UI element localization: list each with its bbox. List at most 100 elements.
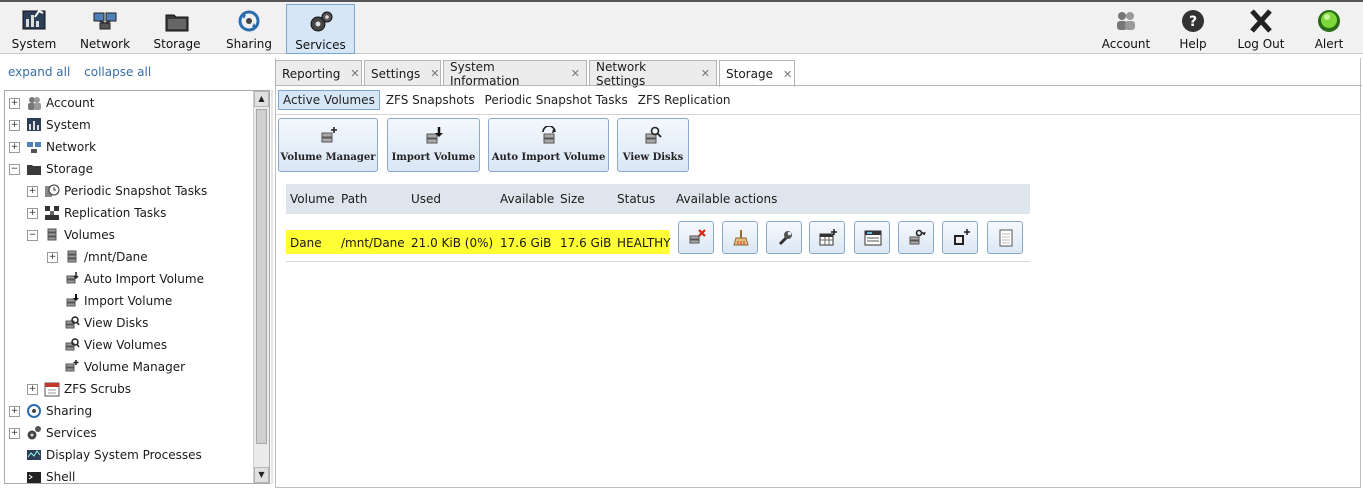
- top-toolbar: System Network Storage Sharing Services …: [0, 0, 1363, 54]
- scroll-up-arrow-icon[interactable]: ▲: [254, 91, 269, 107]
- tree-item-auto-import-volume[interactable]: Auto Import Volume: [64, 268, 204, 290]
- view-disks-icon: [65, 316, 80, 329]
- collapse-toggle[interactable]: −: [27, 229, 38, 241]
- top-network-button[interactable]: Network: [78, 4, 132, 54]
- tab-reporting[interactable]: Reporting ✕: [275, 60, 362, 86]
- tree-item-shell[interactable]: Shell: [9, 466, 75, 483]
- scroll-down-arrow-icon[interactable]: ▼: [254, 467, 269, 483]
- top-system-button[interactable]: System: [8, 4, 60, 54]
- top-logout-button[interactable]: Log Out: [1235, 4, 1287, 54]
- subtab-zfs-snapshots[interactable]: ZFS Snapshots: [382, 91, 479, 109]
- processes-icon: [27, 450, 41, 460]
- volume-status-button[interactable]: [987, 221, 1023, 254]
- expand-toggle[interactable]: +: [9, 97, 20, 109]
- expand-toggle[interactable]: +: [27, 207, 38, 219]
- tree-label: Account: [46, 96, 95, 110]
- create-zfs-dataset-button[interactable]: [809, 221, 845, 254]
- tree-item-view-volumes[interactable]: View Volumes: [64, 334, 167, 356]
- tab-storage[interactable]: Storage ✕: [719, 60, 795, 87]
- button-label: View Disks: [622, 152, 684, 163]
- close-icon[interactable]: ✕: [571, 67, 580, 80]
- button-label: Volume Manager: [280, 152, 376, 163]
- tree-item-storage[interactable]: − Storage: [9, 158, 93, 180]
- tree-item-network[interactable]: + Network: [9, 136, 96, 158]
- tree-label: /mnt/Dane: [84, 250, 148, 264]
- top-account-button[interactable]: Account: [1100, 4, 1152, 54]
- top-storage-button[interactable]: Storage: [150, 4, 204, 54]
- expand-all-link[interactable]: expand all: [8, 65, 70, 79]
- subtab-periodic-snapshot-tasks[interactable]: Periodic Snapshot Tasks: [481, 91, 632, 109]
- expand-toggle[interactable]: +: [47, 251, 58, 263]
- volume-status-icon: [999, 229, 1013, 247]
- svg-text:?: ?: [1189, 14, 1197, 30]
- tree-controls: expand all collapse all: [8, 65, 161, 79]
- expand-toggle[interactable]: +: [27, 185, 38, 197]
- tree-item-view-disks[interactable]: View Disks: [64, 312, 148, 334]
- change-permissions-button[interactable]: [898, 221, 934, 254]
- tab-network-settings[interactable]: Network Settings ✕: [589, 60, 717, 88]
- top-help-button[interactable]: ? Help: [1175, 4, 1211, 54]
- top-sharing-button[interactable]: Sharing: [224, 4, 274, 54]
- collapse-toggle[interactable]: −: [9, 163, 20, 175]
- edit-zfs-options-button[interactable]: [766, 221, 802, 254]
- import-volume-button[interactable]: Import Volume: [387, 118, 480, 172]
- scroll-thumb[interactable]: [256, 109, 267, 444]
- volume-manager-button[interactable]: Volume Manager: [278, 118, 378, 172]
- tree-item-import-volume[interactable]: Import Volume: [64, 290, 172, 312]
- create-zvol-button[interactable]: [854, 221, 890, 254]
- cell-status: HEALTHY: [617, 236, 671, 250]
- tree-item-system[interactable]: + System: [9, 114, 91, 136]
- create-zvol-icon: [864, 230, 882, 246]
- panel-splitter[interactable]: [271, 90, 273, 484]
- services-icon: [310, 11, 332, 32]
- auto-import-volume-button[interactable]: Auto Import Volume: [488, 118, 609, 172]
- tree-label: Network: [46, 140, 97, 154]
- tab-settings[interactable]: Settings ✕: [364, 60, 441, 86]
- tree-label: Display System Processes: [46, 448, 202, 462]
- volume-manager-icon: [65, 360, 79, 372]
- tree-item-sharing[interactable]: + Sharing: [9, 400, 92, 422]
- tree-item-services[interactable]: + Services: [9, 422, 97, 444]
- tree-item-account[interactable]: + Account: [9, 92, 94, 114]
- column-header-volume: Volume: [290, 192, 335, 206]
- tree-item-volumes[interactable]: − Volumes: [27, 224, 115, 246]
- create-snapshot-icon: [954, 229, 970, 245]
- scrub-volume-button[interactable]: [722, 221, 758, 254]
- subtab-active-volumes[interactable]: Active Volumes: [278, 90, 380, 110]
- create-snapshot-button[interactable]: [942, 221, 978, 254]
- tree-item-periodic-snapshot-tasks[interactable]: + Periodic Snapshot Tasks: [27, 180, 207, 202]
- tree-item-mnt-dane[interactable]: + /mnt/Dane: [47, 246, 148, 268]
- top-sharing-label: Sharing: [225, 37, 273, 51]
- view-volumes-icon: [65, 338, 80, 351]
- top-storage-label: Storage: [153, 37, 201, 51]
- network-icon: [27, 142, 41, 153]
- top-alert-label: Alert: [1314, 37, 1344, 51]
- expand-toggle[interactable]: +: [27, 383, 38, 395]
- top-services-button[interactable]: Services: [286, 4, 355, 54]
- close-icon[interactable]: ✕: [350, 67, 359, 80]
- tree-label: Sharing: [46, 404, 93, 418]
- subtab-zfs-replication[interactable]: ZFS Replication: [634, 91, 735, 109]
- storage-icon: [27, 165, 41, 175]
- collapse-all-link[interactable]: collapse all: [84, 65, 151, 79]
- tree-label: View Volumes: [84, 338, 168, 352]
- expand-toggle[interactable]: +: [9, 141, 20, 153]
- close-icon[interactable]: ✕: [701, 67, 710, 80]
- detach-volume-button[interactable]: [678, 221, 714, 254]
- view-disks-button[interactable]: View Disks: [617, 118, 689, 172]
- expand-toggle[interactable]: +: [9, 119, 20, 131]
- expand-toggle[interactable]: +: [9, 405, 20, 417]
- column-header-used: Used: [411, 192, 442, 206]
- tab-system-information[interactable]: System Information ✕: [443, 60, 587, 88]
- tree-item-display-system-processes[interactable]: Display System Processes: [9, 444, 202, 466]
- close-icon[interactable]: ✕: [783, 68, 792, 81]
- top-alert-button[interactable]: Alert: [1311, 4, 1347, 54]
- close-icon[interactable]: ✕: [430, 67, 439, 80]
- tree-scrollbar[interactable]: ▲ ▼: [253, 91, 269, 483]
- cell-size: 17.6 GiB: [560, 236, 612, 250]
- tree-label: System: [46, 118, 91, 132]
- expand-toggle[interactable]: +: [9, 427, 20, 439]
- tree-item-replication-tasks[interactable]: + Replication Tasks: [27, 202, 166, 224]
- tree-item-volume-manager[interactable]: Volume Manager: [64, 356, 185, 378]
- tree-item-zfs-scrubs[interactable]: + ZFS Scrubs: [27, 378, 131, 400]
